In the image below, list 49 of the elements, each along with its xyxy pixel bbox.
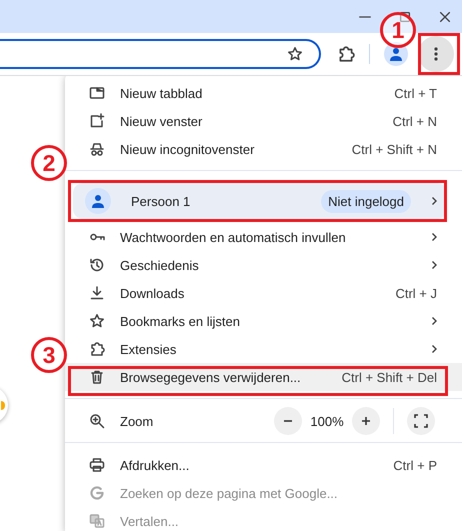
profile-avatar-icon[interactable] — [384, 42, 408, 66]
step-number: 2 — [31, 145, 67, 181]
menu-item[interactable]: Nieuw venster Ctrl + N — [65, 107, 462, 135]
star-icon — [89, 313, 105, 329]
menu-item[interactable]: Extensies — [65, 335, 462, 363]
menu-item[interactable]: Nieuw tabblad Ctrl + T — [65, 79, 462, 107]
fullscreen-icon — [414, 414, 428, 428]
profile-item[interactable]: Persoon 1 Niet ingelogd — [73, 183, 447, 219]
new-window-icon — [89, 113, 105, 129]
shortcut-text: Ctrl + Shift + N — [352, 142, 437, 156]
zoom-label: Zoom — [120, 414, 154, 428]
plus-icon — [360, 415, 372, 427]
menu-item[interactable]: Bookmarks en lijsten — [65, 307, 462, 335]
shortcut-text: Ctrl + N — [392, 114, 437, 128]
shortcut-text: Ctrl + P — [393, 458, 437, 472]
translate-icon — [89, 513, 105, 529]
printer-icon — [89, 457, 105, 473]
zoom-in-button[interactable] — [352, 407, 380, 435]
menu-button[interactable] — [418, 36, 454, 72]
menu-item[interactable]: Geschiedenis — [65, 251, 462, 279]
puzzle-icon — [89, 341, 105, 357]
status-badge: Niet ingelogd — [321, 190, 411, 212]
step-number: 1 — [380, 12, 416, 48]
menu-item[interactable]: Nieuw incognitovenster Ctrl + Shift + N — [65, 135, 462, 163]
zoom-icon — [89, 413, 105, 429]
star-icon[interactable] — [287, 46, 303, 62]
shortcut-text: Ctrl + T — [394, 86, 437, 100]
history-icon — [89, 257, 105, 273]
zoom-out-button[interactable] — [274, 407, 302, 435]
download-icon — [89, 285, 105, 301]
zoom-level-text: 100% — [309, 414, 345, 428]
menu-item[interactable]: Downloads Ctrl + J — [65, 279, 462, 307]
more-icon — [434, 46, 438, 62]
person-icon — [85, 188, 111, 214]
puzzle-icon[interactable] — [337, 45, 355, 63]
close-icon[interactable] — [438, 10, 452, 24]
tab-icon — [89, 85, 105, 101]
shortcut-text: Ctrl + J — [395, 286, 437, 300]
google-icon — [89, 485, 105, 501]
fullscreen-button[interactable] — [407, 407, 435, 435]
shortcut-text: Ctrl + Shift + Del — [342, 370, 437, 384]
highlight-frame — [418, 33, 460, 75]
trash-icon — [89, 369, 105, 385]
address-bar[interactable] — [0, 39, 321, 69]
step-number: 3 — [31, 337, 67, 373]
maximize-icon[interactable] — [398, 10, 412, 24]
menu-item[interactable]: Afdrukken... Ctrl + P — [65, 451, 462, 479]
menu-item[interactable]: Wachtwoorden en automatisch invullen — [65, 223, 462, 251]
incognito-icon — [89, 141, 105, 157]
